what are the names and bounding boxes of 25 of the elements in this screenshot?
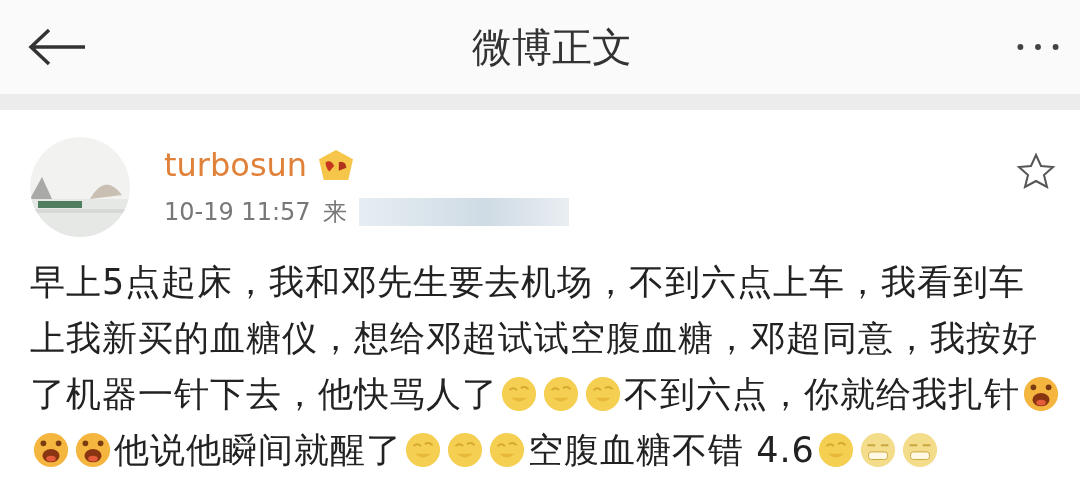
post-text: 不到六点，你就给我扎针 [624,372,1020,416]
post-text: 空腹血糖不错 4.6 [528,428,815,472]
username[interactable]: turbosun [164,146,308,184]
more-icon[interactable] [1016,42,1060,52]
badge-icon [317,148,356,182]
post-text: 他说他瞬间就醒了 [114,428,402,472]
grinning-face-icon [900,431,939,469]
laughing-face-icon [816,431,855,469]
post-text: 早上5点起床，我和邓先生要去机场，不到六点上车，我看到车 [30,260,1026,304]
post-time: 10-19 11:57 [164,198,311,226]
laughing-face-icon [488,431,526,469]
laughing-face-icon [500,375,538,413]
shouting-face-icon [1022,375,1060,413]
post-text: 上我新买的血糖仪，想给邓超试试空腹血糖，邓超同意，我按好 [30,316,1038,360]
page-title: 微博正文 [472,22,632,72]
laughing-face-icon [404,431,442,469]
laughing-face-icon [446,431,484,469]
post-text: 了机器一针下去，他快骂人了 [30,372,498,416]
back-icon[interactable] [26,27,88,67]
laughing-face-icon [542,375,580,413]
shouting-face-icon [32,431,70,469]
laughing-face-icon [584,375,622,413]
post-source: 来 [322,197,347,228]
shouting-face-icon [74,431,112,469]
grinning-face-icon [858,431,897,469]
